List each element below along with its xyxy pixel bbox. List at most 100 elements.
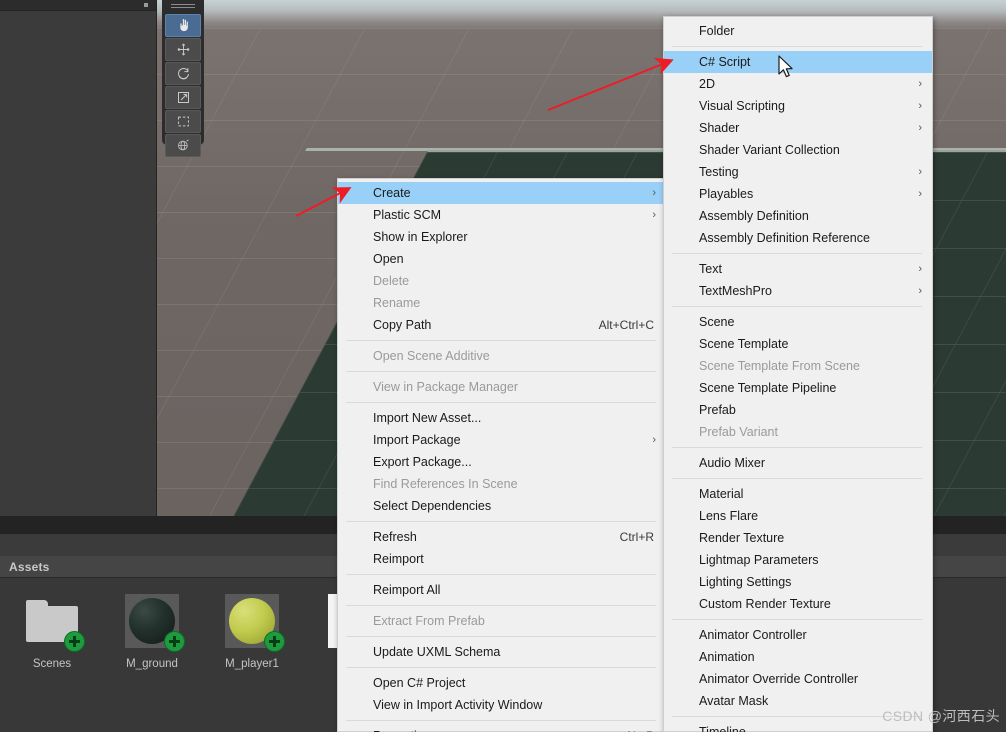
asset-thumbnail (123, 592, 185, 652)
scene-tools-overlay[interactable] (162, 0, 204, 157)
menu-item-create[interactable]: Create › (338, 182, 666, 204)
version-control-add-badge-icon (64, 631, 85, 652)
menu-item-lens-flare[interactable]: Lens Flare (664, 505, 932, 527)
chevron-right-icon: › (918, 166, 922, 178)
menu-item-label: Reimport All (373, 583, 441, 597)
menu-item-plastic-scm[interactable]: Plastic SCM › (338, 204, 666, 226)
move-arrows-icon (176, 42, 191, 57)
menu-separator (672, 253, 922, 254)
create-submenu[interactable]: Folder C# Script 2D › Visual Scripting › Shade… (663, 16, 933, 732)
menu-item-visual-scripting[interactable]: Visual Scripting › (664, 95, 932, 117)
menu-item-scene-template[interactable]: Scene Template (664, 333, 932, 355)
scale-tool-button[interactable] (165, 86, 201, 109)
menu-item-shortcut: Ctrl+R (619, 530, 654, 544)
menu-item-label: Render Texture (699, 531, 785, 545)
project-context-menu[interactable]: Create › Plastic SCM › Show in Explorer Open D… (337, 178, 667, 732)
menu-item-open-c-project[interactable]: Open C# Project (338, 672, 666, 694)
asset-item-scenes[interactable]: Scenes (14, 592, 90, 732)
asset-thumbnail (223, 592, 285, 652)
menu-item-label: Animation (699, 650, 755, 664)
menu-item-shader[interactable]: Shader › (664, 117, 932, 139)
chevron-right-icon: › (652, 187, 656, 199)
menu-item-copy-path[interactable]: Copy Path Alt+Ctrl+C (338, 314, 666, 336)
menu-item-audio-mixer[interactable]: Audio Mixer (664, 452, 932, 474)
menu-item-reimport[interactable]: Reimport (338, 548, 666, 570)
menu-item-playables[interactable]: Playables › (664, 183, 932, 205)
menu-item-label: Properties... (373, 725, 609, 732)
menu-item-material[interactable]: Material (664, 483, 932, 505)
menu-item-render-texture[interactable]: Render Texture (664, 527, 932, 549)
menu-item-select-dependencies[interactable]: Select Dependencies (338, 495, 666, 517)
chevron-right-icon: › (918, 285, 922, 297)
menu-item-import-new-asset[interactable]: Import New Asset... (338, 407, 666, 429)
rotate-tool-button[interactable] (165, 62, 201, 85)
asset-item-m-player1[interactable]: M_player1 (214, 592, 290, 732)
menu-item-show-in-explorer[interactable]: Show in Explorer (338, 226, 666, 248)
menu-item-reimport-all[interactable]: Reimport All (338, 579, 666, 601)
menu-item-properties[interactable]: Properties...Alt+P (338, 725, 666, 732)
hand-tool-button[interactable] (165, 14, 201, 37)
menu-item-testing[interactable]: Testing › (664, 161, 932, 183)
menu-item-import-package[interactable]: Import Package › (338, 429, 666, 451)
tools-drag-handle[interactable] (171, 4, 195, 11)
menu-item-scene[interactable]: Scene (664, 311, 932, 333)
menu-item-rename: Rename (338, 292, 666, 314)
menu-item-animator-controller[interactable]: Animator Controller (664, 624, 932, 646)
menu-separator (346, 574, 656, 575)
menu-item-assembly-definition-reference[interactable]: Assembly Definition Reference (664, 227, 932, 249)
menu-item-export-package[interactable]: Export Package... (338, 451, 666, 473)
menu-item-prefab[interactable]: Prefab (664, 399, 932, 421)
menu-item-c-script[interactable]: C# Script (664, 51, 932, 73)
chevron-right-icon: › (918, 78, 922, 90)
menu-item-label: Visual Scripting (699, 99, 785, 113)
menu-item-text[interactable]: Text › (664, 258, 932, 280)
menu-item-label: Show in Explorer (373, 230, 468, 244)
menu-separator (672, 46, 922, 47)
menu-item-label: Rename (373, 296, 421, 310)
asset-item-m-ground[interactable]: M_ground (114, 592, 190, 732)
menu-item-label: Open Scene Additive (373, 349, 490, 363)
menu-item-folder[interactable]: Folder (664, 20, 932, 42)
menu-separator (672, 619, 922, 620)
menu-item-lighting-settings[interactable]: Lighting Settings (664, 571, 932, 593)
menu-item-shader-variant-collection[interactable]: Shader Variant Collection (664, 139, 932, 161)
menu-item-custom-render-texture[interactable]: Custom Render Texture (664, 593, 932, 615)
menu-item-open[interactable]: Open (338, 248, 666, 270)
move-tool-button[interactable] (165, 38, 201, 61)
unity-editor-window: Assets Scenes M_ground M_player1 Create … (0, 0, 1006, 732)
transform-globe-icon (176, 138, 191, 153)
menu-item-view-in-package-manager: View in Package Manager (338, 376, 666, 398)
menu-item-label: Testing (699, 165, 739, 179)
asset-label: M_player1 (225, 658, 279, 670)
menu-item-label: Plastic SCM (373, 208, 442, 222)
menu-item-label: Open (373, 252, 404, 266)
menu-item-animator-override-controller[interactable]: Animator Override Controller (664, 668, 932, 690)
menu-item-update-uxml-schema[interactable]: Update UXML Schema (338, 641, 666, 663)
menu-item-lightmap-parameters[interactable]: Lightmap Parameters (664, 549, 932, 571)
menu-item-view-in-import-activity-window[interactable]: View in Import Activity Window (338, 694, 666, 716)
mouse-cursor (778, 55, 793, 78)
menu-item-label: Shader (699, 121, 740, 135)
menu-item-label: Animator Override Controller (699, 672, 859, 686)
menu-item-shortcut: Alt+P (609, 725, 654, 732)
menu-item-delete: Delete (338, 270, 666, 292)
menu-item-refresh[interactable]: Refresh Ctrl+R (338, 526, 666, 548)
menu-item-label: Scene Template From Scene (699, 359, 860, 373)
rect-transform-tool-button[interactable] (165, 110, 201, 133)
menu-item-label: Scene Template Pipeline (699, 381, 837, 395)
menu-item-label: Lightmap Parameters (699, 553, 819, 567)
hierarchy-panel[interactable] (0, 0, 157, 520)
menu-item-scene-template-pipeline[interactable]: Scene Template Pipeline (664, 377, 932, 399)
menu-item-assembly-definition[interactable]: Assembly Definition (664, 205, 932, 227)
menu-item-label: Refresh (373, 530, 417, 544)
menu-item-label: 2D (699, 77, 715, 91)
transform-tool-button[interactable] (165, 134, 201, 157)
version-control-add-badge-icon (164, 631, 185, 652)
panel-options-dot-icon[interactable] (144, 3, 148, 7)
menu-item-textmeshpro[interactable]: TextMeshPro › (664, 280, 932, 302)
menu-item-scene-template-from-scene: Scene Template From Scene (664, 355, 932, 377)
menu-item-animation[interactable]: Animation (664, 646, 932, 668)
chevron-right-icon: › (652, 434, 656, 446)
menu-item-2d[interactable]: 2D › (664, 73, 932, 95)
menu-item-label: Playables (699, 187, 754, 201)
